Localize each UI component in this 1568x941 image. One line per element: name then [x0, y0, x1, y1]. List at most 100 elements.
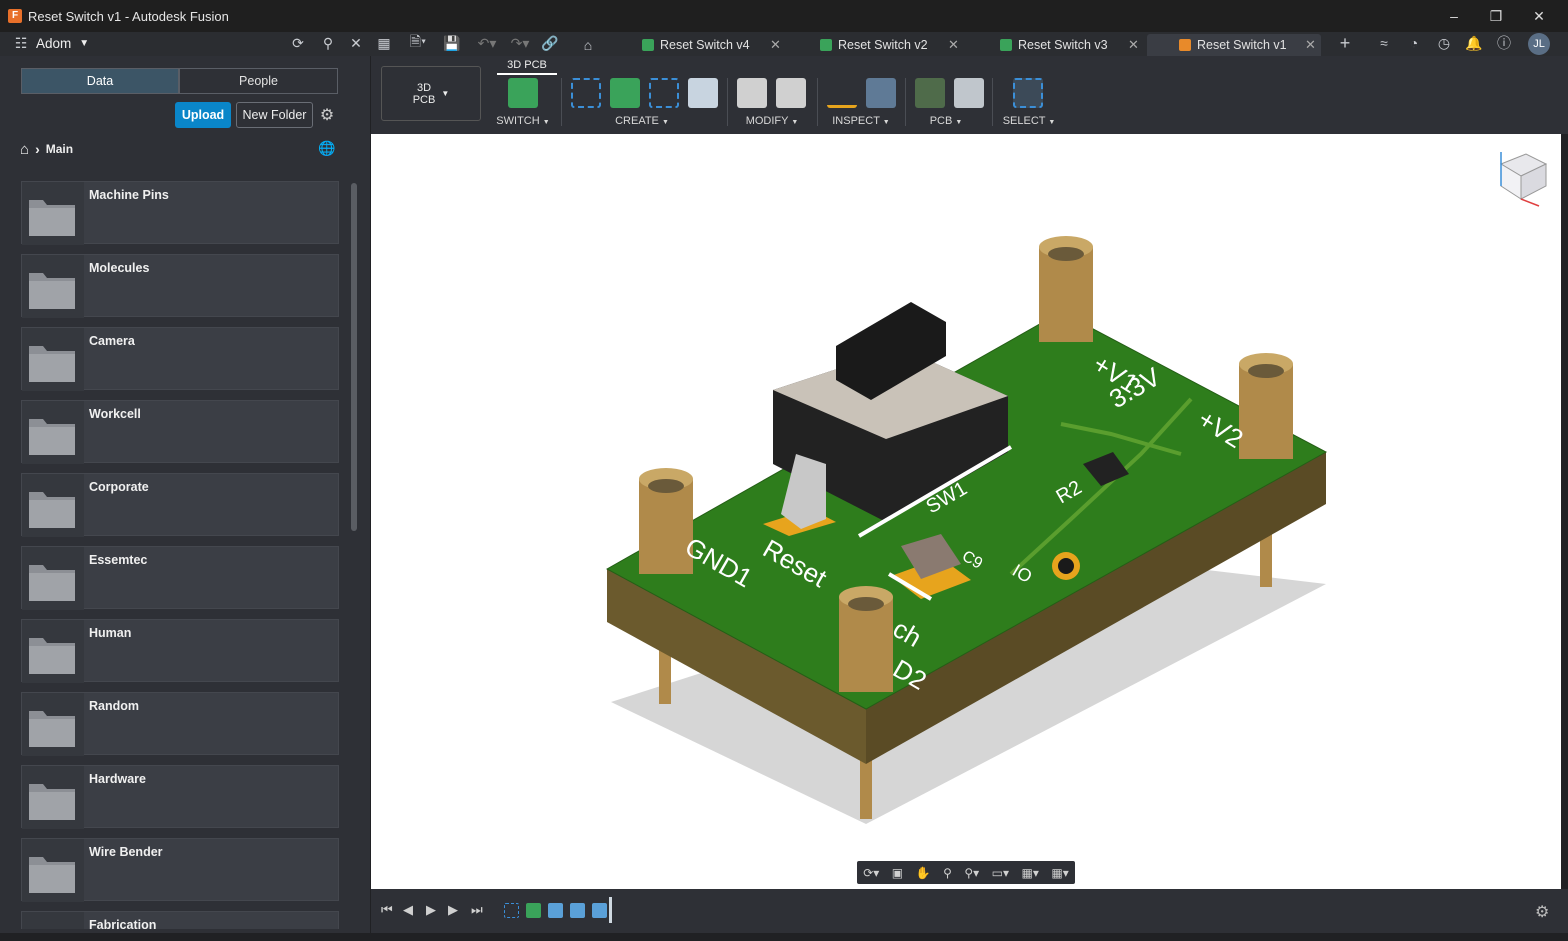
- play-icon[interactable]: ▶: [426, 902, 436, 918]
- go-to-start-icon[interactable]: ⏮: [381, 902, 393, 918]
- workspace-line2: PCB: [412, 93, 436, 106]
- extensions-icon[interactable]: ≈: [1375, 32, 1393, 54]
- link-icon[interactable]: 🔗: [541, 32, 559, 54]
- breadcrumb-main[interactable]: Main: [46, 142, 73, 156]
- create-menu[interactable]: CREATE ▼: [607, 115, 677, 127]
- timeline-feature-sketch-icon[interactable]: [504, 903, 519, 918]
- measure-icon[interactable]: [827, 78, 857, 108]
- folder-icon: [22, 693, 84, 756]
- new-folder-button[interactable]: New Folder: [236, 102, 313, 128]
- list-item-folder[interactable]: Wire Bender: [21, 838, 339, 902]
- go-to-end-icon[interactable]: ⏭: [471, 902, 483, 918]
- list-item-folder[interactable]: Workcell: [21, 400, 339, 464]
- redo-icon[interactable]: ↷▾: [507, 32, 533, 54]
- fit-icon[interactable]: ⚲▾: [964, 866, 979, 880]
- step-forward-icon[interactable]: ▶: [448, 902, 458, 918]
- list-item-folder[interactable]: Human: [21, 619, 339, 683]
- gear-icon[interactable]: ⚙: [1535, 902, 1549, 922]
- list-item-folder[interactable]: Corporate: [21, 473, 339, 537]
- folder-name: Essemtec: [89, 553, 148, 567]
- step-back-icon[interactable]: ◀: [403, 902, 413, 918]
- folder-icon: [22, 182, 84, 245]
- globe-icon[interactable]: 🌐: [318, 140, 335, 157]
- list-item-folder[interactable]: Machine Pins: [21, 181, 339, 245]
- viewports-icon[interactable]: ▦▾: [1051, 866, 1068, 880]
- orbit-icon[interactable]: ⟳▾: [863, 866, 879, 880]
- timeline-feature-board-icon[interactable]: [526, 903, 541, 918]
- look-at-icon[interactable]: ▣: [892, 866, 903, 880]
- tab-people[interactable]: People: [179, 68, 338, 94]
- window-select-icon[interactable]: [1013, 78, 1043, 108]
- pan-hand-icon[interactable]: ✋: [916, 866, 931, 880]
- list-item-folder[interactable]: Fabrication: [21, 911, 339, 929]
- top-toolbar: ☷ Adom ▼ ⟳ ⚲ ✕ ▦ 🗎▾ 💾 ↶▾ ↷▾ 🔗 ⌂ Reset Swi…: [0, 32, 1568, 56]
- switch-menu[interactable]: SWITCH ▼: [493, 115, 553, 127]
- tab-reset-switch-v3[interactable]: Reset Switch v3 ✕: [996, 34, 1144, 56]
- folder-icon: [22, 401, 84, 464]
- modify-component-icon[interactable]: [737, 78, 767, 108]
- close-icon[interactable]: ✕: [1128, 37, 1139, 53]
- pcb-link-icon[interactable]: [915, 78, 945, 108]
- list-item-folder[interactable]: Random: [21, 692, 339, 756]
- list-item-folder[interactable]: Camera: [21, 327, 339, 391]
- close-panel-icon[interactable]: ✕: [347, 32, 365, 54]
- pcb-settings-icon[interactable]: [954, 78, 984, 108]
- inspect-menu[interactable]: INSPECT ▼: [826, 115, 896, 127]
- close-icon[interactable]: ✕: [948, 37, 959, 53]
- tab-reset-switch-v4[interactable]: Reset Switch v4 ✕: [638, 34, 786, 56]
- refresh-icon[interactable]: ⟳: [289, 32, 307, 54]
- home-icon[interactable]: ⌂: [20, 141, 29, 158]
- switch-to-pcb-icon[interactable]: [508, 78, 538, 108]
- file-icon[interactable]: 🗎▾: [406, 32, 430, 54]
- 3d-package-icon[interactable]: [688, 78, 718, 108]
- 3d-viewport[interactable]: +V1 3.3V +V2 SW1 R2 GND1 Reset ch D2 IO …: [371, 134, 1561, 889]
- select-menu[interactable]: SELECT ▼: [999, 115, 1059, 127]
- restore-button[interactable]: ❐: [1476, 0, 1516, 32]
- timeline-marker[interactable]: [609, 897, 612, 923]
- workspace-switcher[interactable]: 3D PCB ▼: [381, 66, 481, 121]
- list-item-folder[interactable]: Hardware: [21, 765, 339, 829]
- zoom-icon[interactable]: ⚲: [943, 866, 952, 880]
- create-outline-icon[interactable]: [649, 78, 679, 108]
- team-switcher[interactable]: Adom ▼: [36, 32, 89, 54]
- close-icon[interactable]: ✕: [770, 37, 781, 53]
- close-window-button[interactable]: ✕: [1519, 0, 1559, 32]
- separator: [817, 78, 818, 126]
- tab-reset-switch-v1[interactable]: Reset Switch v1 ✕: [1147, 34, 1321, 56]
- grid-icon[interactable]: ▦: [375, 32, 393, 54]
- gear-icon[interactable]: ⚙: [318, 106, 336, 124]
- tab-data[interactable]: Data: [21, 68, 179, 94]
- list-item-folder[interactable]: Molecules: [21, 254, 339, 318]
- group-label: PCB: [929, 115, 953, 127]
- help-icon[interactable]: ⓘ: [1495, 32, 1513, 54]
- notifications-bell-icon[interactable]: 🔔: [1465, 32, 1483, 54]
- close-icon[interactable]: ✕: [1305, 37, 1316, 53]
- job-status-icon[interactable]: ◷: [1435, 32, 1453, 54]
- modify-menu[interactable]: MODIFY ▼: [737, 115, 807, 127]
- tab-reset-switch-v2[interactable]: Reset Switch v2 ✕: [816, 34, 964, 56]
- tab-3d-pcb[interactable]: 3D PCB: [497, 59, 557, 75]
- new-tab-plus-icon[interactable]: +: [1336, 32, 1354, 54]
- upload-button[interactable]: Upload: [175, 102, 231, 128]
- list-item-folder[interactable]: Essemtec: [21, 546, 339, 610]
- display-settings-icon[interactable]: ▭▾: [992, 866, 1009, 880]
- avatar[interactable]: JL: [1528, 33, 1550, 55]
- grid-settings-icon[interactable]: ▦▾: [1022, 866, 1039, 880]
- timeline-feature-package-icon[interactable]: [570, 903, 585, 918]
- timeline-feature-component-icon[interactable]: [592, 903, 607, 918]
- pcb-menu[interactable]: PCB ▼: [921, 115, 971, 127]
- chevron-down-icon: ▼: [661, 119, 669, 126]
- search-icon[interactable]: ⚲: [319, 32, 337, 54]
- home-icon[interactable]: ⌂: [579, 34, 597, 56]
- online-status-icon[interactable]: ◔: [1405, 32, 1423, 54]
- move-component-icon[interactable]: [776, 78, 806, 108]
- undo-icon[interactable]: ↶▾: [474, 32, 500, 54]
- folder-list-scrollbar[interactable]: [351, 183, 357, 531]
- minimize-button[interactable]: –: [1434, 0, 1474, 32]
- fusion-icon: F: [8, 9, 22, 23]
- save-icon[interactable]: 💾: [443, 32, 461, 54]
- sketch-outline-icon[interactable]: [571, 78, 601, 108]
- section-analysis-icon[interactable]: [866, 78, 896, 108]
- push-board-icon[interactable]: [610, 78, 640, 108]
- timeline-feature-package-icon[interactable]: [548, 903, 563, 918]
